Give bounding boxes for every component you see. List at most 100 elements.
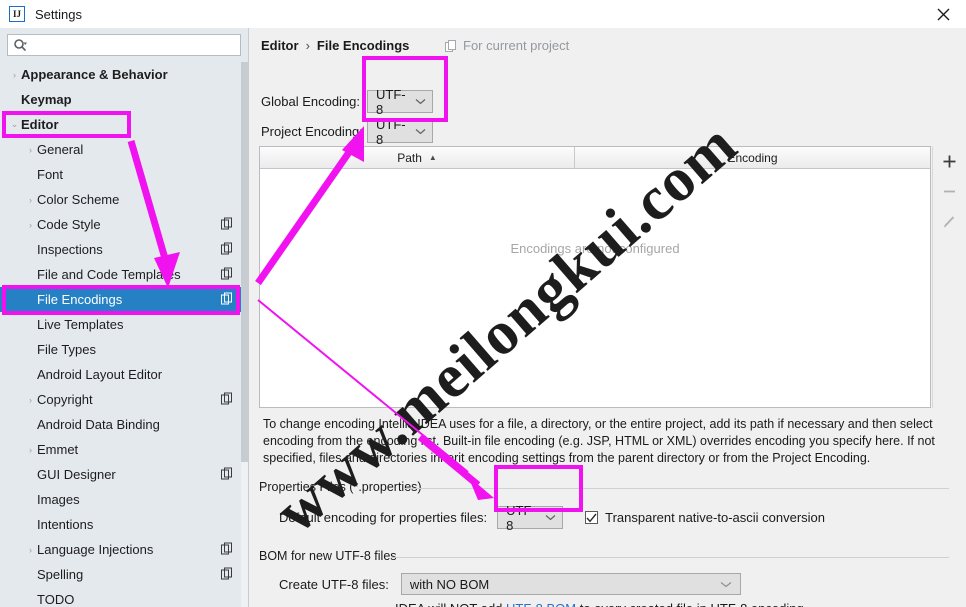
search-box[interactable] xyxy=(7,34,241,56)
table-toolbar xyxy=(932,146,964,408)
sidebar-item-emmet[interactable]: › Emmet xyxy=(0,437,241,462)
sidebar-item-gui-designer[interactable]: GUI Designer xyxy=(0,462,241,487)
bom-group-title: BOM for new UTF-8 files xyxy=(259,549,397,563)
sidebar-item-code-style[interactable]: › Code Style xyxy=(0,212,241,237)
chevron-down-icon[interactable]: ⌄ xyxy=(8,119,21,130)
sidebar-item-android-layout-editor[interactable]: Android Layout Editor xyxy=(0,362,241,387)
sidebar-item-spelling[interactable]: Spelling xyxy=(0,562,241,587)
create-utf8-files-value: with NO BOM xyxy=(409,576,490,592)
sidebar-item-label: General xyxy=(37,142,84,157)
sidebar-item-todo[interactable]: TODO xyxy=(0,587,241,607)
bom-note: IDEA will NOT add UTF-8 BOM to every cre… xyxy=(395,601,804,607)
minus-icon xyxy=(943,190,955,192)
sidebar-item-label: Emmet xyxy=(37,442,79,457)
sidebar-item-general[interactable]: › General xyxy=(0,137,241,162)
transparent-native-to-ascii-label: Transparent native-to-ascii conversion xyxy=(605,510,826,525)
add-encoding-button[interactable] xyxy=(933,146,965,176)
group-divider-line xyxy=(405,488,949,489)
chevron-right-icon[interactable]: › xyxy=(24,195,37,205)
breadcrumb-current: File Encodings xyxy=(316,38,410,53)
encodings-table[interactable]: Path ▲ Encoding Encodings are not config… xyxy=(259,146,931,408)
copy-settings-icon[interactable] xyxy=(221,217,233,232)
title-bar: IJ Settings xyxy=(0,0,966,28)
sidebar-item-label: File Types xyxy=(37,342,97,357)
copy-settings-icon[interactable] xyxy=(221,392,233,407)
sidebar-item-label: Copyright xyxy=(37,392,93,407)
transparent-native-to-ascii-checkbox[interactable]: Transparent native-to-ascii conversion xyxy=(585,510,825,525)
copy-settings-icon[interactable] xyxy=(221,567,233,582)
column-header-encoding[interactable]: Encoding xyxy=(575,147,930,168)
close-window-button[interactable] xyxy=(920,0,966,28)
project-encoding-row: Project Encoding: UTF-8 xyxy=(261,117,433,147)
sidebar-item-android-data-binding[interactable]: Android Data Binding xyxy=(0,412,241,437)
search-input[interactable] xyxy=(31,35,240,55)
sidebar-item-label: Language Injections xyxy=(37,542,154,557)
sidebar-item-label: Live Templates xyxy=(37,317,124,332)
sidebar-item-live-templates[interactable]: Live Templates xyxy=(0,312,241,337)
table-header-row: Path ▲ Encoding xyxy=(260,147,930,169)
sidebar-item-appearance-behavior[interactable]: › Appearance & Behavior xyxy=(0,62,241,87)
chevron-down-icon xyxy=(720,581,732,588)
sidebar-item-font[interactable]: Font xyxy=(0,162,241,187)
sidebar-item-file-and-code-templates[interactable]: File and Code Templates xyxy=(0,262,241,287)
sidebar-item-label: Editor xyxy=(21,117,59,132)
sidebar-item-file-types[interactable]: File Types xyxy=(0,337,241,362)
bom-note-suffix: to every created file in UTF-8 encoding xyxy=(576,601,804,607)
chevron-right-icon[interactable]: › xyxy=(24,395,37,405)
utf8-bom-link[interactable]: UTF-8 BOM xyxy=(506,601,576,607)
project-encoding-value: UTF-8 xyxy=(376,116,406,147)
bom-note-prefix: IDEA will NOT add xyxy=(395,601,506,607)
copy-settings-icon[interactable] xyxy=(221,292,233,307)
sidebar-scrollbar-thumb[interactable] xyxy=(241,62,248,462)
for-current-project-label: For current project xyxy=(463,38,570,53)
settings-dialog: IJ Settings › Appearance & Behavior Keymap… xyxy=(0,0,966,607)
default-properties-encoding-row: Default encoding for properties files: U… xyxy=(279,503,825,533)
checkbox-box[interactable] xyxy=(585,511,599,524)
sidebar-item-label: Inspections xyxy=(37,242,103,257)
settings-tree[interactable]: › Appearance & Behavior Keymap ⌄ Editor › Gene… xyxy=(0,62,241,607)
chevron-right-icon[interactable]: › xyxy=(24,445,37,455)
sidebar-item-label: Intentions xyxy=(37,517,94,532)
column-header-path-label: Path xyxy=(397,150,422,165)
sidebar-item-keymap[interactable]: Keymap xyxy=(0,87,241,112)
project-encoding-dropdown[interactable]: UTF-8 xyxy=(367,117,433,147)
column-header-path[interactable]: Path ▲ xyxy=(260,147,575,168)
global-encoding-dropdown[interactable]: UTF-8 xyxy=(367,87,433,117)
copy-settings-icon[interactable] xyxy=(221,242,233,257)
copy-settings-icon[interactable] xyxy=(221,542,233,557)
sidebar-item-label: Font xyxy=(37,167,64,182)
table-empty-message: Encodings are not configured xyxy=(510,241,680,256)
default-properties-encoding-dropdown[interactable]: UTF-8 xyxy=(497,503,564,533)
sidebar-item-copyright[interactable]: › Copyright xyxy=(0,387,241,412)
sidebar-item-label: Spelling xyxy=(37,567,84,582)
sidebar-item-label: Code Style xyxy=(37,217,101,232)
sidebar-item-inspections[interactable]: Inspections xyxy=(0,237,241,262)
chevron-right-icon[interactable]: › xyxy=(24,545,37,555)
default-properties-encoding-label: Default encoding for properties files: xyxy=(279,510,488,525)
sidebar-item-language-injections[interactable]: › Language Injections xyxy=(0,537,241,562)
sort-ascending-icon: ▲ xyxy=(428,153,437,162)
sidebar-item-label: TODO xyxy=(37,592,75,607)
sidebar-item-intentions[interactable]: Intentions xyxy=(0,512,241,537)
copy-settings-icon[interactable] xyxy=(221,267,233,282)
chevron-right-icon[interactable]: › xyxy=(8,70,21,80)
copy-settings-icon[interactable] xyxy=(221,467,233,482)
global-encoding-row: Global Encoding: UTF-8 xyxy=(261,87,433,117)
window-title: Settings xyxy=(35,6,82,22)
breadcrumb-parent[interactable]: Editor xyxy=(261,38,299,53)
create-utf8-files-dropdown[interactable]: with NO BOM xyxy=(400,573,741,595)
global-encoding-label: Global Encoding: xyxy=(261,94,361,109)
sidebar-item-label: Keymap xyxy=(21,92,72,107)
sidebar-item-label: Android Layout Editor xyxy=(37,367,163,382)
global-encoding-value: UTF-8 xyxy=(376,86,406,117)
sidebar-item-editor[interactable]: ⌄ Editor xyxy=(0,112,241,137)
sidebar-item-color-scheme[interactable]: › Color Scheme xyxy=(0,187,241,212)
sidebar-item-images[interactable]: Images xyxy=(0,487,241,512)
sidebar-item-label: Android Data Binding xyxy=(37,417,160,432)
chevron-right-icon[interactable]: › xyxy=(24,220,37,230)
sidebar-item-file-encodings[interactable]: File Encodings xyxy=(0,287,241,312)
chevron-right-icon[interactable]: › xyxy=(24,145,37,155)
remove-encoding-button[interactable] xyxy=(933,176,965,206)
create-utf8-files-row: Create UTF-8 files: with NO BOM xyxy=(279,573,741,595)
edit-encoding-button[interactable] xyxy=(933,206,965,236)
